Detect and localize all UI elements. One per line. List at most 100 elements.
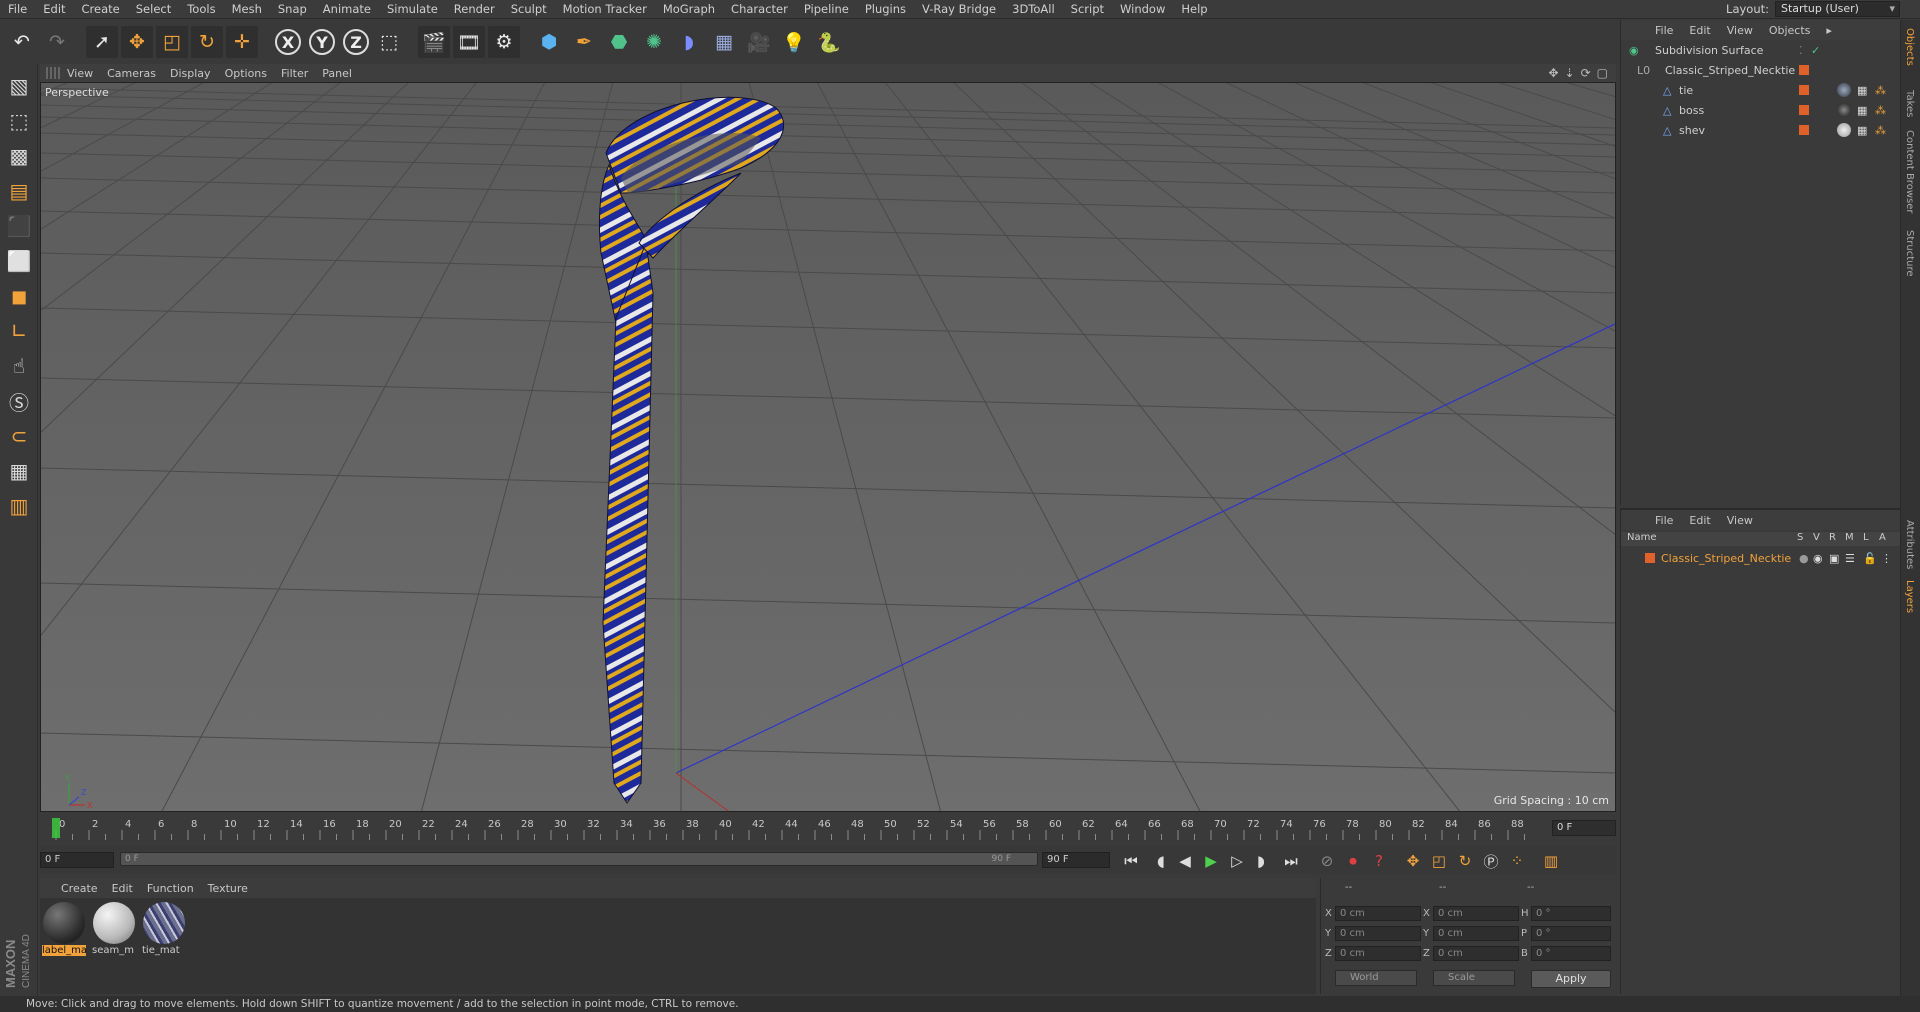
apply-button[interactable]: Apply: [1531, 970, 1611, 988]
material-menu-create[interactable]: Create: [54, 882, 105, 895]
y-axis-lock-icon[interactable]: Y: [309, 29, 335, 55]
tab-takes[interactable]: Takes: [1904, 90, 1915, 117]
timeline-window-icon[interactable]: ▥: [1540, 850, 1562, 872]
key-scale-icon[interactable]: ◰: [1428, 850, 1450, 872]
go-to-start-icon[interactable]: ⏮: [1120, 850, 1142, 872]
floor-icon[interactable]: ▦: [708, 26, 740, 58]
render-settings-icon[interactable]: ⚙: [488, 26, 520, 58]
menu-mesh[interactable]: Mesh: [224, 2, 270, 16]
menu-render[interactable]: Render: [446, 2, 503, 16]
viewport-menu-display[interactable]: Display: [163, 67, 218, 80]
layer-row[interactable]: Classic_Striped_Necktie ● ◉ ▣ ☰ 🔓 ⋮: [1621, 548, 1901, 568]
z-axis-lock-icon[interactable]: Z: [343, 29, 369, 55]
solo-toggle-icon[interactable]: ●: [1799, 552, 1809, 565]
locked-workplane-icon[interactable]: ▥: [3, 490, 35, 522]
coordinate-system-icon[interactable]: ⬚: [373, 26, 405, 58]
edges-mode-icon[interactable]: ⬜: [3, 245, 35, 277]
move-tool-icon[interactable]: ✥: [121, 26, 153, 58]
current-frame-field[interactable]: 0 F: [1552, 820, 1616, 836]
layout-selector[interactable]: Layout: Startup (User): [1726, 1, 1900, 17]
menu-snap[interactable]: Snap: [270, 2, 315, 16]
x-axis-lock-icon[interactable]: X: [275, 29, 301, 55]
selection-tag-icon[interactable]: ⁂: [1875, 84, 1886, 97]
material-swatch[interactable]: tie_mat: [142, 902, 186, 960]
object-row[interactable]: L0 Classic_Striped_Necktie: [1621, 60, 1901, 80]
timeline-ruler[interactable]: 0 2 4 6 8 10 12 14 16 18 20 22 24 26 28 30 32 34 36 38 40 42 4…: [40, 816, 1616, 842]
selection-tag-icon[interactable]: ⁂: [1875, 104, 1886, 117]
objects-menu-edit[interactable]: Edit: [1681, 24, 1718, 37]
tab-attributes[interactable]: Attributes: [1904, 520, 1915, 569]
position-z-field[interactable]: 0 cm: [1335, 946, 1421, 961]
model-mode-icon[interactable]: ⬚: [3, 105, 35, 137]
menu-pipeline[interactable]: Pipeline: [796, 2, 857, 16]
viewport-menu-filter[interactable]: Filter: [274, 67, 315, 80]
material-swatch[interactable]: seam_m: [92, 902, 136, 960]
rotate-tool-icon[interactable]: ↻: [191, 26, 223, 58]
end-frame-field[interactable]: 90 F: [1042, 852, 1110, 868]
coordinate-space-dropdown[interactable]: World: [1335, 970, 1417, 986]
size-y-field[interactable]: 0 cm: [1433, 926, 1519, 941]
record-keys-icon[interactable]: ⊘: [1316, 850, 1338, 872]
material-menu-edit[interactable]: Edit: [105, 882, 140, 895]
layers-menu-edit[interactable]: Edit: [1681, 514, 1718, 527]
tab-content-browser[interactable]: Content Browser: [1904, 130, 1915, 213]
tweak-mode-icon[interactable]: ☝: [3, 350, 35, 382]
previous-key-icon[interactable]: ◖: [1150, 850, 1172, 872]
points-mode-icon[interactable]: ⬛: [3, 210, 35, 242]
objects-menu-objects[interactable]: Objects: [1761, 24, 1819, 37]
panel-grip-icon[interactable]: [46, 67, 60, 79]
playhead[interactable]: [52, 818, 60, 838]
size-z-field[interactable]: 0 cm: [1433, 946, 1519, 961]
rotation-p-field[interactable]: 0 °: [1531, 926, 1611, 941]
layers-menu-view[interactable]: View: [1719, 514, 1761, 527]
layer-color-tag[interactable]: [1799, 65, 1809, 75]
object-row[interactable]: △ shev ▦ ⁂: [1621, 120, 1901, 140]
menu-create[interactable]: Create: [74, 2, 128, 16]
start-frame-field[interactable]: 0 F: [40, 852, 114, 868]
viewport-rotate-icon[interactable]: ⟳: [1581, 66, 1591, 80]
viewport-menu-options[interactable]: Options: [218, 67, 274, 80]
menu-animate[interactable]: Animate: [315, 2, 379, 16]
make-editable-icon[interactable]: ▧: [3, 70, 35, 102]
viewport-menu-cameras[interactable]: Cameras: [100, 67, 163, 80]
menu-mograph[interactable]: MoGraph: [655, 2, 723, 16]
tab-layers[interactable]: Layers: [1904, 580, 1915, 613]
position-y-field[interactable]: 0 cm: [1335, 926, 1421, 941]
perspective-viewport[interactable]: Y X Z Perspective Grid Spacing : 10 cm: [40, 82, 1616, 812]
objects-menu-view[interactable]: View: [1719, 24, 1761, 37]
magnet-icon[interactable]: ⊂: [3, 420, 35, 452]
texture-mode-icon[interactable]: ▩: [3, 140, 35, 172]
layer-color-tag[interactable]: [1799, 85, 1809, 95]
cloner-icon[interactable]: ✺: [638, 26, 670, 58]
menu-edit[interactable]: Edit: [35, 2, 73, 16]
uvw-tag-icon[interactable]: ▦: [1857, 124, 1867, 137]
material-tag-icon[interactable]: [1837, 83, 1851, 97]
polygons-mode-icon[interactable]: ◼: [3, 280, 35, 312]
rotation-b-field[interactable]: 0 °: [1531, 946, 1611, 961]
preview-range-slider[interactable]: 0 F 90 F: [120, 852, 1038, 866]
lock-toggle-icon[interactable]: 🔓: [1863, 552, 1877, 565]
viewport-maximize-icon[interactable]: ▢: [1597, 66, 1608, 80]
size-mode-dropdown[interactable]: Scale: [1433, 970, 1515, 986]
material-tag-icon[interactable]: [1837, 123, 1851, 137]
undo-icon[interactable]: ↶: [6, 26, 38, 58]
scale-tool-icon[interactable]: ◰: [156, 26, 188, 58]
key-pla-icon[interactable]: ⁘: [1506, 850, 1528, 872]
visibility-dots-icon[interactable]: ⁚: [1799, 44, 1803, 57]
material-swatch[interactable]: label_ma: [42, 902, 86, 960]
material-menu-texture[interactable]: Texture: [201, 882, 255, 895]
viewport-menu-panel[interactable]: Panel: [315, 67, 359, 80]
snap-icon[interactable]: Ⓢ: [3, 385, 35, 417]
menu-3dtoall[interactable]: 3DToAll: [1004, 2, 1063, 16]
manager-toggle-icon[interactable]: ☰: [1845, 552, 1855, 565]
render-view-icon[interactable]: 🎬: [418, 26, 450, 58]
menu-plugins[interactable]: Plugins: [857, 2, 914, 16]
selection-tag-icon[interactable]: ⁂: [1875, 124, 1886, 137]
objects-menu-more-icon[interactable]: ▸: [1818, 24, 1840, 37]
position-x-field[interactable]: 0 cm: [1335, 906, 1421, 921]
menu-character[interactable]: Character: [723, 2, 796, 16]
render-picture-viewer-icon[interactable]: 🎞: [453, 26, 485, 58]
menu-select[interactable]: Select: [128, 2, 179, 16]
workplane-mode-icon[interactable]: ▤: [3, 175, 35, 207]
deformer-icon[interactable]: ◗: [673, 26, 705, 58]
